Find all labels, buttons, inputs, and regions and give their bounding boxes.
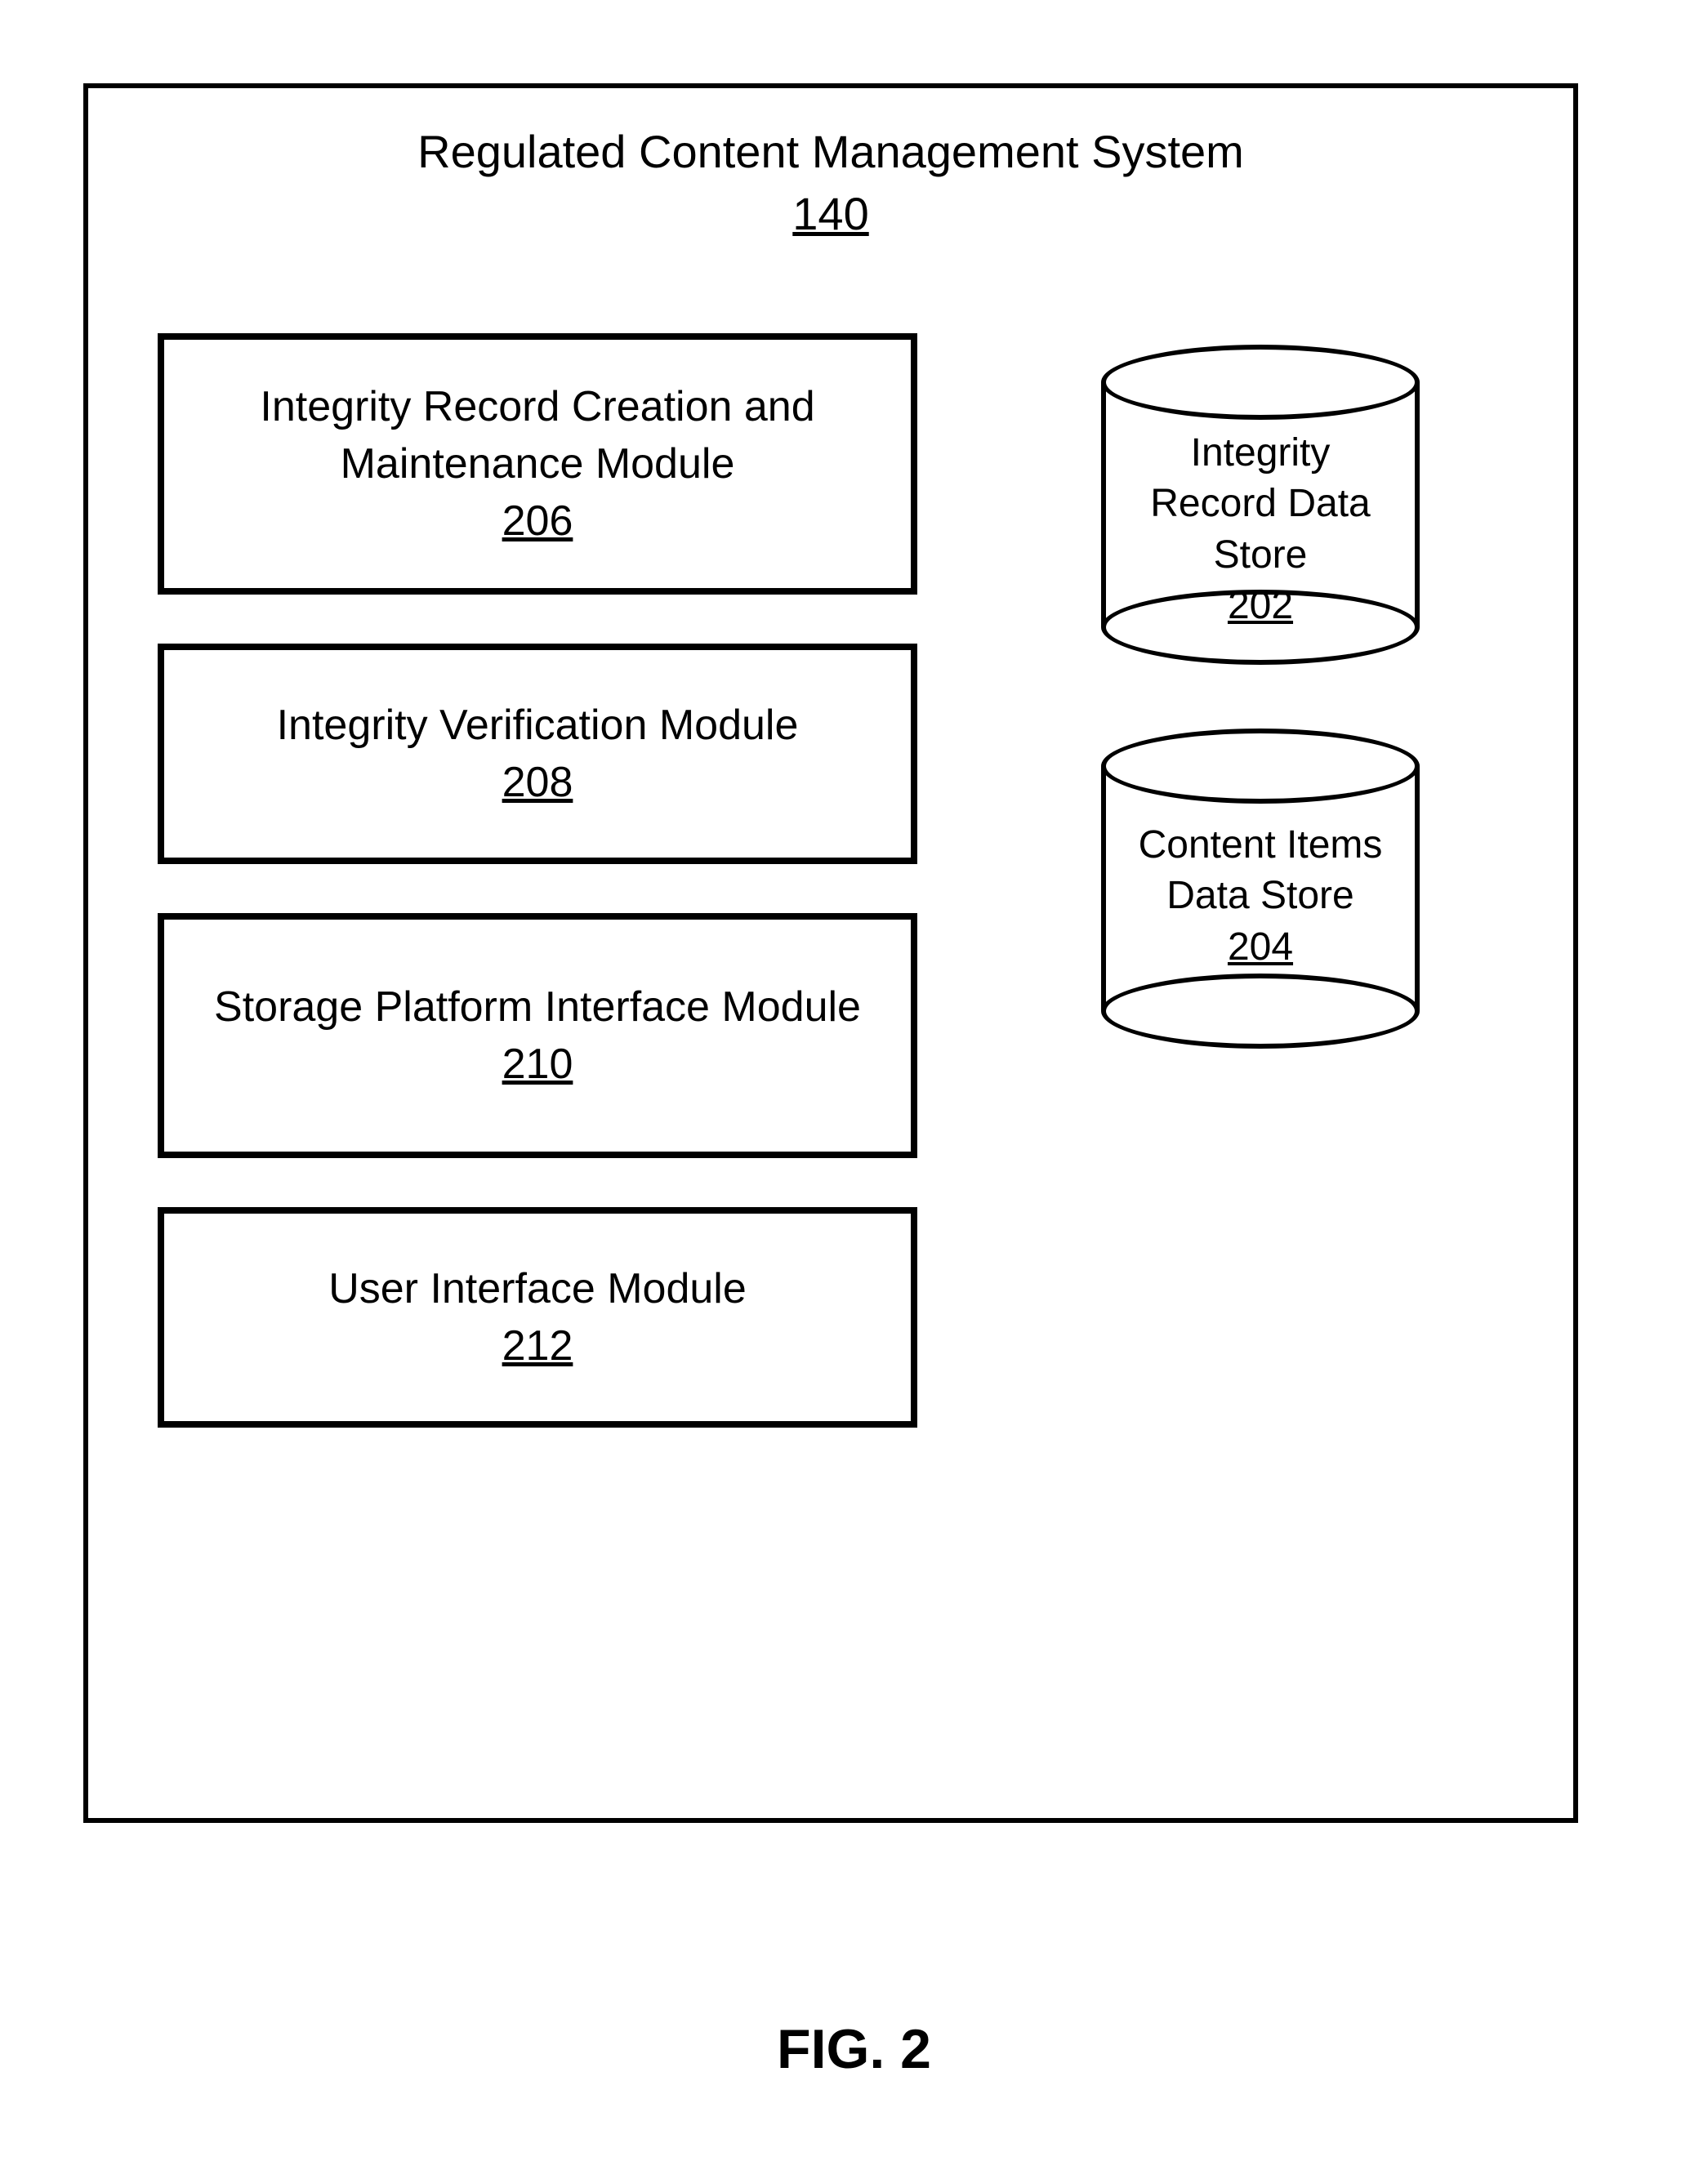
- module-integrity-verification: Integrity Verification Module 208: [158, 644, 917, 864]
- cylinder-top-ellipse: [1101, 729, 1420, 804]
- datastore-ref: 202: [1106, 581, 1415, 631]
- module-ref: 210: [181, 1036, 894, 1093]
- datastore-ref: 204: [1106, 922, 1415, 973]
- datastore-label: Content Items Data Store 204: [1106, 820, 1415, 973]
- module-ref: 206: [181, 492, 894, 550]
- module-storage-platform-interface: Storage Platform Interface Module 210: [158, 913, 917, 1158]
- system-ref: 140: [88, 183, 1573, 245]
- cylinder-top-ellipse: [1101, 345, 1420, 420]
- module-label: Integrity Record Creation and Maintenanc…: [181, 378, 894, 492]
- datastore-line3: Store: [1214, 533, 1308, 577]
- module-label: Integrity Verification Module: [181, 697, 894, 754]
- module-ref: 212: [181, 1317, 894, 1375]
- cylinder-bottom-wrap: [1101, 974, 1420, 1049]
- diagram-page: Regulated Content Management System 140 …: [0, 0, 1708, 2179]
- module-integrity-record-creation: Integrity Record Creation and Maintenanc…: [158, 333, 917, 595]
- cylinder-bottom-ellipse: [1101, 974, 1420, 1049]
- system-title: Regulated Content Management System 140: [88, 121, 1573, 244]
- module-user-interface: User Interface Module 212: [158, 1207, 917, 1428]
- module-label: User Interface Module: [181, 1260, 894, 1317]
- module-label: Storage Platform Interface Module: [181, 978, 894, 1036]
- cylinder-body: Integrity Record Data Store 202: [1101, 382, 1420, 627]
- datastore-label: Integrity Record Data Store 202: [1106, 428, 1415, 632]
- module-ref: 208: [181, 754, 894, 811]
- datastore-line1: Content Items: [1139, 823, 1383, 867]
- cylinder-body: Content Items Data Store 204: [1101, 766, 1420, 1011]
- system-title-text: Regulated Content Management System: [88, 121, 1573, 183]
- datastore-line2: Record Data: [1150, 482, 1370, 525]
- datastore-line2: Data Store: [1166, 874, 1353, 917]
- figure-caption: FIG. 2: [0, 2017, 1708, 2081]
- system-container: Regulated Content Management System 140 …: [83, 83, 1578, 1823]
- datastore-content-items: Content Items Data Store 204: [1101, 766, 1420, 1011]
- datastore-integrity-record: Integrity Record Data Store 202: [1101, 382, 1420, 627]
- datastore-line1: Integrity: [1191, 431, 1331, 475]
